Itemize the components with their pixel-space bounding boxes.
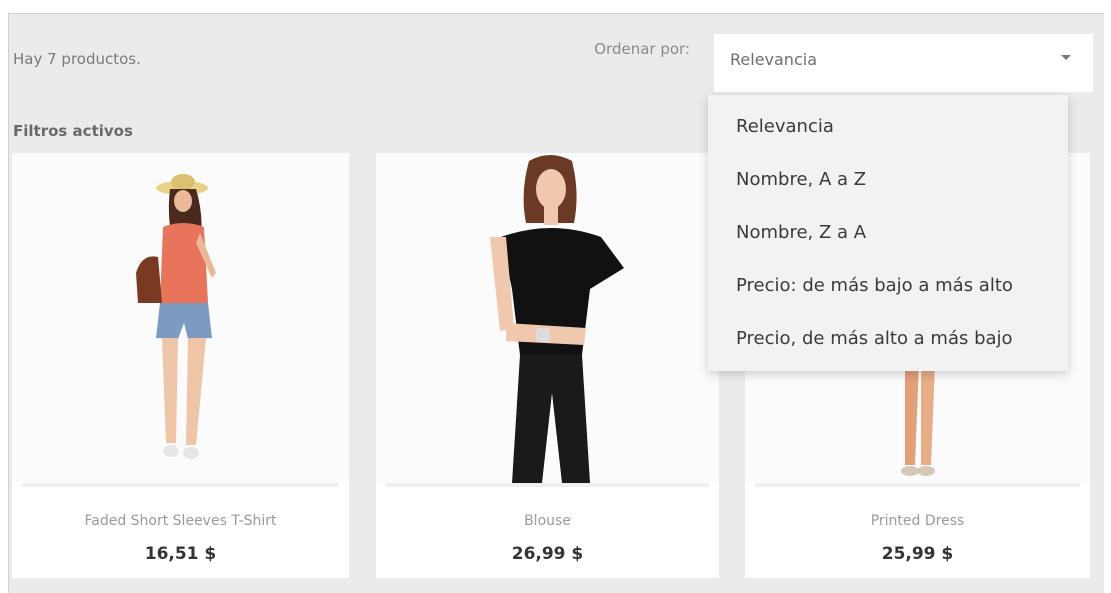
chevron-down-icon — [1061, 55, 1071, 60]
sort-option-name-asc[interactable]: Nombre, A a Z — [708, 156, 1068, 209]
sort-selected-value: Relevancia — [730, 50, 817, 69]
sort-option-price-asc[interactable]: Precio: de más bajo a más alto — [708, 262, 1068, 315]
product-name[interactable]: Printed Dress — [745, 513, 1090, 529]
sort-option-price-desc[interactable]: Precio, de más alto a más bajo — [708, 315, 1068, 368]
product-card[interactable]: Blouse 26,99 $ — [376, 153, 719, 578]
sort-select[interactable]: Relevancia — [714, 34, 1093, 92]
sort-option-relevance[interactable]: Relevancia — [708, 103, 1068, 156]
sort-label: Ordenar por: — [594, 40, 690, 58]
product-price: 16,51 $ — [144, 544, 217, 564]
product-price: 25,99 $ — [881, 544, 954, 564]
product-name[interactable]: Faded Short Sleeves T-Shirt — [12, 513, 349, 529]
product-name[interactable]: Blouse — [376, 513, 719, 529]
sort-option-name-desc[interactable]: Nombre, Z a A — [708, 209, 1068, 262]
sort-dropdown-menu: Relevancia Nombre, A a Z Nombre, Z a A P… — [708, 95, 1068, 371]
product-image[interactable] — [12, 153, 349, 483]
active-filters-title: Filtros activos — [13, 122, 133, 140]
product-price: 26,99 $ — [511, 544, 584, 564]
product-image[interactable] — [376, 153, 719, 483]
product-count: Hay 7 productos. — [13, 50, 141, 68]
product-card[interactable]: Faded Short Sleeves T-Shirt 16,51 $ — [12, 153, 349, 578]
